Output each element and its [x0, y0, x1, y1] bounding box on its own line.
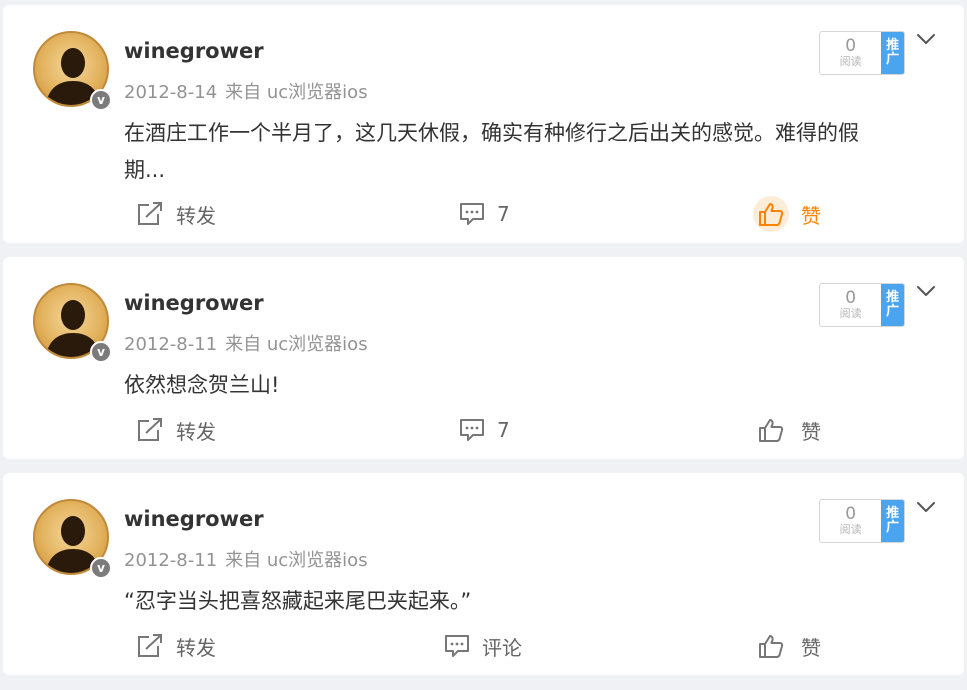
forward-label: 转发	[176, 419, 216, 444]
forward-button[interactable]: 转发	[136, 410, 216, 450]
forward-button[interactable]: 转发	[136, 194, 216, 234]
read-count-value: 0	[845, 288, 857, 308]
post-source: 来自 uc浏览器ios	[225, 550, 368, 571]
promote-tag-char: 推	[886, 38, 900, 53]
forward-label: 转发	[176, 203, 216, 228]
read-count: 0 阅读	[820, 500, 881, 542]
comment-button[interactable]: 7	[459, 194, 510, 234]
like-label: 赞	[801, 203, 821, 228]
post-text-line: 依然想念贺兰山!	[124, 373, 280, 397]
forward-icon	[138, 634, 162, 657]
comment-button[interactable]: 7	[459, 410, 510, 450]
forward-icon	[138, 202, 162, 225]
chevron-down-icon[interactable]	[915, 29, 937, 49]
read-count-label: 阅读	[839, 523, 862, 536]
weibo-feed: v winegrower 2012-8-14 来自 uc浏览器ios 在酒庄工作一…	[0, 0, 967, 690]
chevron-down-icon[interactable]	[915, 497, 937, 517]
verified-icon: v	[90, 89, 112, 111]
read-count-value: 0	[845, 504, 857, 524]
like-highlight	[753, 412, 789, 448]
post-card: v winegrower 2012-8-11 来自 uc浏览器ios 依然想念贺兰…	[3, 257, 964, 459]
like-label: 赞	[801, 419, 821, 444]
comment-button[interactable]: 评论	[444, 626, 522, 666]
promote-tag-char: 推	[886, 290, 900, 305]
like-icon	[759, 419, 784, 442]
promote-tag-char: 广	[886, 304, 900, 319]
read-count-value: 0	[845, 36, 857, 56]
forward-button[interactable]: 转发	[136, 626, 216, 666]
post-card: v winegrower 2012-8-14 来自 uc浏览器ios 在酒庄工作一…	[3, 5, 964, 243]
like-highlight	[753, 628, 789, 664]
promote-button[interactable]: 0 阅读 推 广	[819, 31, 905, 75]
post-card: v winegrower 2012-8-11 来自 uc浏览器ios “忍字当头把…	[3, 473, 964, 675]
post-text: 在酒庄工作一个半月了，这几天休假，确实有种修行之后出关的感觉。难得的假 期...	[124, 115, 924, 189]
comment-icon	[460, 419, 484, 441]
post-meta: 2012-8-14 来自 uc浏览器ios	[124, 78, 368, 104]
post-date[interactable]: 2012-8-14	[124, 82, 217, 103]
read-count: 0 阅读	[820, 32, 881, 74]
comment-count: 7	[497, 202, 510, 226]
comment-count: 7	[497, 418, 510, 442]
read-count-label: 阅读	[839, 307, 862, 320]
username[interactable]: winegrower	[124, 507, 264, 531]
promote-tag-char: 广	[886, 520, 900, 535]
promote-tag: 推 广	[881, 500, 904, 542]
forward-icon	[138, 418, 162, 441]
post-meta: 2012-8-11 来自 uc浏览器ios	[124, 330, 368, 356]
promote-tag-char: 推	[886, 506, 900, 521]
chevron-down-icon[interactable]	[915, 281, 937, 301]
post-actions: 转发 7 赞	[3, 194, 964, 234]
post-date[interactable]: 2012-8-11	[124, 550, 217, 571]
post-source: 来自 uc浏览器ios	[225, 82, 368, 103]
post-source: 来自 uc浏览器ios	[225, 334, 368, 355]
read-count: 0 阅读	[820, 284, 881, 326]
like-icon	[759, 203, 784, 226]
comment-icon	[460, 203, 484, 225]
like-button[interactable]: 赞	[753, 626, 821, 666]
verified-icon: v	[90, 341, 112, 363]
post-actions: 转发 评论 赞	[3, 626, 964, 666]
like-button[interactable]: 赞	[753, 194, 821, 234]
post-text-line: 期...	[124, 158, 166, 182]
like-highlight	[753, 196, 789, 232]
promote-tag-char: 广	[886, 52, 900, 67]
comment-icon	[445, 635, 469, 657]
post-meta: 2012-8-11 来自 uc浏览器ios	[124, 546, 368, 572]
username[interactable]: winegrower	[124, 291, 264, 315]
verified-icon: v	[90, 557, 112, 579]
like-icon	[759, 635, 784, 658]
promote-tag: 推 广	[881, 284, 904, 326]
read-count-label: 阅读	[839, 55, 862, 68]
promote-tag: 推 广	[881, 32, 904, 74]
post-text-line: “忍字当头把喜怒藏起来尾巴夹起来。”	[124, 589, 472, 613]
post-text: “忍字当头把喜怒藏起来尾巴夹起来。”	[124, 583, 924, 620]
promote-button[interactable]: 0 阅读 推 广	[819, 499, 905, 543]
forward-label: 转发	[176, 635, 216, 660]
post-text-line: 在酒庄工作一个半月了，这几天休假，确实有种修行之后出关的感觉。难得的假	[124, 121, 859, 145]
post-actions: 转发 7 赞	[3, 410, 964, 450]
promote-button[interactable]: 0 阅读 推 广	[819, 283, 905, 327]
like-label: 赞	[801, 635, 821, 660]
post-text: 依然想念贺兰山!	[124, 367, 924, 404]
like-button[interactable]: 赞	[753, 410, 821, 450]
post-date[interactable]: 2012-8-11	[124, 334, 217, 355]
comment-label: 评论	[482, 635, 522, 660]
username[interactable]: winegrower	[124, 39, 264, 63]
